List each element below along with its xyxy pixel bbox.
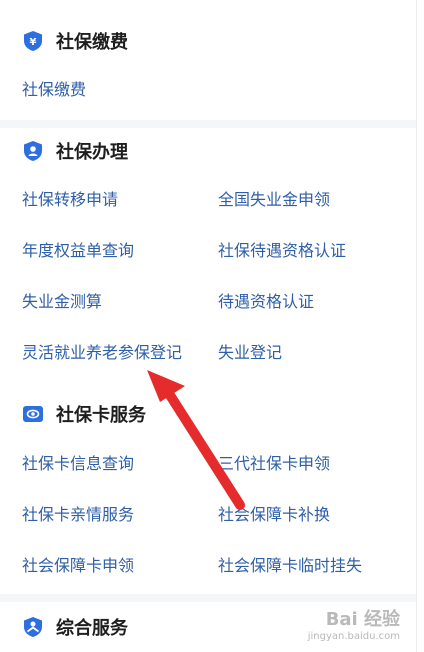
baidu-jingyan-watermark: Bai 经验 jingyan.baidu.com — [308, 605, 400, 642]
service-link-unemployment-calc[interactable]: 失业金测算 — [22, 292, 102, 312]
service-link-unemployment-claim[interactable]: 全国失业金申领 — [218, 190, 330, 210]
service-link-card-apply[interactable]: 社会保障卡申领 — [22, 556, 134, 576]
yuan-shield-icon: ¥ — [24, 31, 42, 51]
service-link-family-card[interactable]: 社保卡亲情服务 — [22, 505, 134, 525]
arrow-head — [147, 370, 185, 402]
service-link-third-gen-card[interactable]: 三代社保卡申领 — [218, 454, 330, 474]
right-edge-line — [416, 0, 417, 652]
service-link-qualification[interactable]: 待遇资格认证 — [218, 292, 314, 312]
section-divider — [0, 120, 416, 128]
person-shield-icon — [24, 141, 42, 161]
service-link-card-info[interactable]: 社保卡信息查询 — [22, 454, 134, 474]
card-icon — [23, 406, 43, 422]
service-link-payment[interactable]: 社保缴费 — [22, 80, 86, 100]
person-service-icon — [24, 617, 42, 637]
service-link-benefit-certification[interactable]: 社保待遇资格认证 — [218, 241, 346, 261]
section-title: 社保办理 — [56, 142, 128, 163]
service-link-card-report-loss[interactable]: 社会保障卡临时挂失 — [218, 556, 362, 576]
section-title: 综合服务 — [56, 618, 128, 639]
section-header-handling: 社保办理 — [22, 138, 128, 164]
section-title: 社保卡服务 — [56, 405, 146, 426]
section-header-payment: ¥ 社保缴费 — [22, 28, 128, 54]
svg-text:¥: ¥ — [30, 37, 37, 48]
service-link-transfer[interactable]: 社保转移申请 — [22, 190, 118, 210]
service-link-flexible-pension[interactable]: 灵活就业养老参保登记 — [22, 343, 182, 363]
watermark-url: jingyan.baidu.com — [307, 631, 400, 642]
watermark-logo: Bai 经验 — [325, 609, 400, 630]
service-list-page: ¥ 社保缴费 社保缴费 社保办理 社保转移申请 全国失业金申领 年度权益单查询 … — [0, 0, 424, 652]
service-link-annual-statement[interactable]: 年度权益单查询 — [22, 241, 134, 261]
section-header-card: 社保卡服务 — [22, 401, 146, 427]
section-divider — [0, 594, 416, 602]
section-title: 社保缴费 — [56, 32, 128, 53]
section-header-general: 综合服务 — [22, 614, 128, 640]
service-link-unemployment-register[interactable]: 失业登记 — [218, 343, 282, 363]
service-link-card-replace[interactable]: 社会保障卡补换 — [218, 505, 330, 525]
